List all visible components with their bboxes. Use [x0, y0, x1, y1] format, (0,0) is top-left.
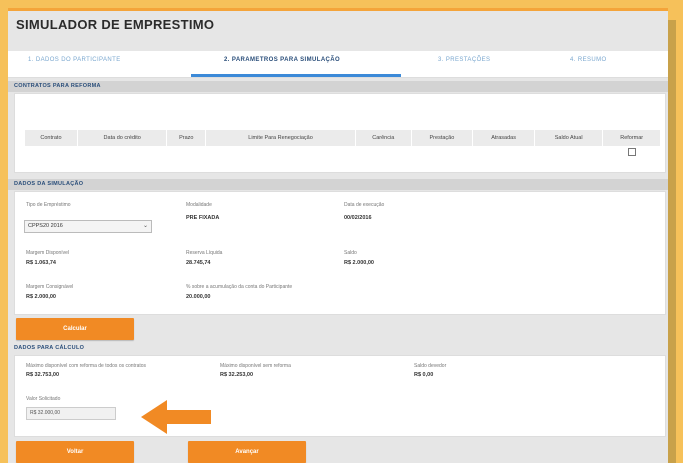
max-sem-reforma-label: Máximo disponível sem reforma: [220, 363, 291, 369]
col-data-credito: Data do crédito: [77, 130, 168, 146]
margem-disponivel-label: Margem Disponível: [26, 250, 70, 256]
acumulacao-value: 20.000,00: [186, 294, 211, 300]
chevron-down-icon: ⌄: [142, 223, 148, 229]
col-saldo-atual: Saldo Atual: [534, 130, 604, 146]
arrow-left-icon: [141, 400, 211, 434]
active-step-indicator: [191, 74, 401, 77]
saldo-devedor-value: R$ 0,00: [414, 372, 434, 378]
col-contrato: Contrato: [25, 130, 78, 146]
modalidade-value: PRE FIXADA: [186, 215, 220, 221]
col-reformar: Reformar: [602, 130, 661, 146]
steps-bar: 1. DADOS DO PARTICIPANTE 2. PARAMETROS P…: [8, 51, 668, 78]
margem-consignavel-value: R$ 2.000,00: [26, 294, 56, 300]
valor-solicitado-input[interactable]: R$ 32.000,00: [26, 407, 116, 420]
max-com-reforma-value: R$ 32.753,00: [26, 372, 60, 378]
simulation-panel: [14, 191, 666, 315]
contracts-header: CONTRATOS PARA REFORMA: [8, 81, 668, 92]
max-com-reforma-label: Máximo disponível com reforma de todos o…: [26, 363, 147, 369]
table-row: [25, 146, 661, 160]
step-resumo[interactable]: 4. RESUMO: [570, 57, 607, 63]
margem-disponivel-value: R$ 1.063,74: [26, 260, 56, 266]
saldo-value: R$ 2.000,00: [344, 260, 374, 266]
simulator-window: SIMULADOR DE EMPRESTIMO 1. DADOS DO PART…: [8, 8, 668, 463]
calc-header: DADOS PARA CÁLCULO: [14, 345, 85, 351]
margem-consignavel-label: Margem Consignável: [26, 284, 74, 290]
saldo-devedor-label: Saldo devedor: [414, 363, 447, 369]
reserva-liquida-label: Reserva Líquida: [186, 250, 223, 256]
data-execucao-value: 00/02/2016: [344, 215, 372, 221]
modalidade-label: Modalidade: [186, 202, 212, 208]
valor-solicitado-label: Valor Solicitado: [26, 396, 61, 402]
reformar-checkbox[interactable]: [627, 148, 636, 156]
simulation-header: DADOS DA SIMULAÇÃO: [8, 179, 668, 190]
tipo-emprestimo-label: Tipo de Empréstimo: [26, 202, 71, 208]
acumulacao-label: % sobre a acumulação da conta do Partici…: [186, 284, 293, 290]
col-carencia: Carência: [355, 130, 412, 146]
avancar-button[interactable]: Avançar: [188, 441, 306, 463]
step-prestacoes[interactable]: 3. PRESTAÇÕES: [438, 57, 490, 63]
col-prestacao: Prestação: [411, 130, 474, 146]
col-prazo: Prazo: [166, 130, 207, 146]
calcular-button[interactable]: Calcular: [16, 318, 134, 340]
tipo-emprestimo-select[interactable]: CPPS20 2016 ⌄: [24, 220, 152, 233]
tipo-emprestimo-value: CPPS20 2016: [28, 223, 63, 229]
voltar-button[interactable]: Voltar: [16, 441, 134, 463]
col-atrasadas: Atrasadas: [472, 130, 535, 146]
col-limite: Limite Para Renegociação: [205, 130, 356, 146]
saldo-label: Saldo: [344, 250, 357, 256]
step-dados-participante[interactable]: 1. DADOS DO PARTICIPANTE: [28, 57, 121, 63]
reserva-liquida-value: 28.745,74: [186, 260, 211, 266]
step-parametros[interactable]: 2. PARAMETROS PARA SIMULAÇÃO: [224, 57, 340, 63]
page-title: SIMULADOR DE EMPRESTIMO: [16, 17, 215, 32]
contracts-panel: Contrato Data do crédito Prazo Limite Pa…: [14, 93, 666, 173]
window-shadow: [668, 20, 676, 463]
contracts-table: Contrato Data do crédito Prazo Limite Pa…: [25, 130, 661, 160]
data-execucao-label: Data de execução: [344, 202, 385, 208]
max-sem-reforma-value: R$ 32.253,00: [220, 372, 254, 378]
